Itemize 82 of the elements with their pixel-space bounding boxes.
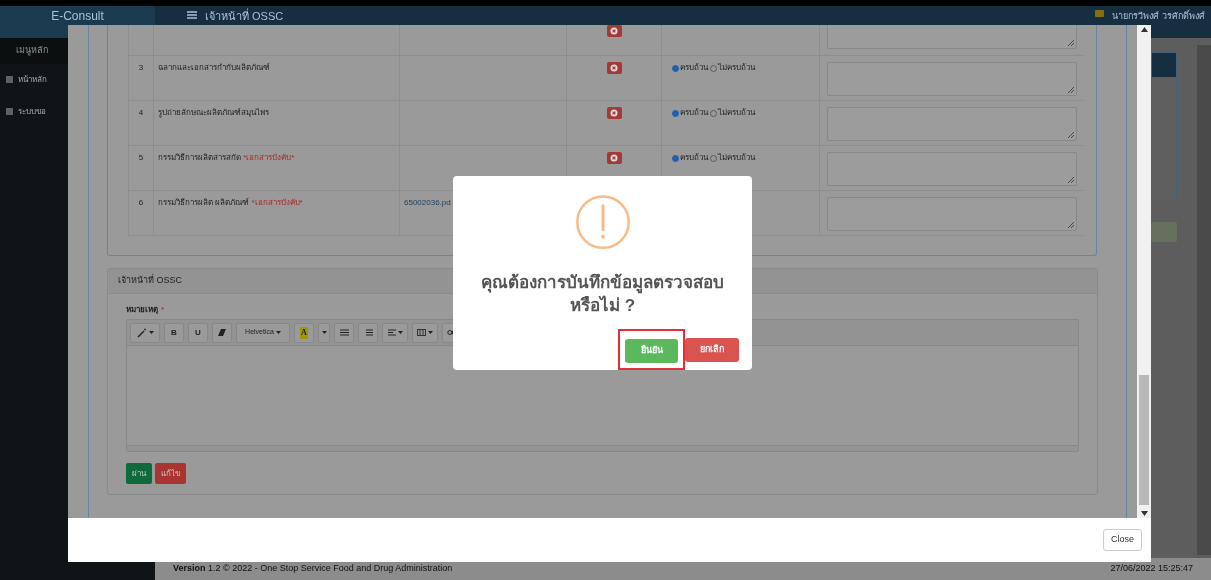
radio-option[interactable]: ไม่ครบถ้วน: [710, 62, 755, 74]
sidebar-item[interactable]: ระบบขอ: [0, 99, 66, 124]
row-number: 3: [138, 62, 144, 74]
close-circle-icon: [610, 27, 618, 35]
note-field[interactable]: [826, 25, 1077, 49]
radio-option[interactable]: ครบถ้วน: [672, 152, 708, 164]
document-name: กรรมวิธีการผลิต ผลิตภัณฑ์ *เอกสารบังคับ*: [158, 197, 303, 209]
note-field[interactable]: [826, 107, 1077, 141]
pass-button[interactable]: ผ่าน: [126, 463, 152, 484]
close-circle-icon: [610, 154, 618, 162]
edit-button[interactable]: แก้ไข: [155, 463, 186, 484]
resize-handle-icon[interactable]: [1066, 39, 1074, 46]
warning-icon: [574, 195, 631, 250]
scroll-down-icon[interactable]: [1140, 511, 1148, 516]
note-field[interactable]: [826, 197, 1077, 231]
radio-option[interactable]: ครบถ้วน: [672, 107, 708, 119]
resize-handle-icon[interactable]: [1066, 221, 1074, 228]
caret-icon: [321, 331, 327, 334]
bullet-list-button[interactable]: [334, 322, 354, 343]
close-circle-icon: [610, 64, 618, 72]
delete-button[interactable]: [606, 62, 622, 74]
menu-icon[interactable]: [187, 10, 197, 20]
bold-button[interactable]: B: [164, 322, 184, 343]
row-number: 4: [138, 107, 144, 119]
radio-option[interactable]: ไม่ครบถ้วน: [710, 107, 755, 119]
eraser-icon: [218, 329, 226, 336]
radio-button[interactable]: [672, 154, 679, 162]
resize-handle-icon[interactable]: [1066, 86, 1074, 93]
magic-wand-icon: [136, 327, 147, 338]
row-number: 6: [138, 197, 144, 209]
table-button[interactable]: [412, 322, 438, 343]
background-alert: [1151, 222, 1177, 242]
modal-scrollbar[interactable]: [1137, 25, 1151, 518]
required-mark: *: [161, 304, 165, 316]
text-color-button[interactable]: A: [294, 322, 314, 343]
document-name: กรรมวิธีการผลิตสารสกัด *เอกสารบังคับ*: [158, 152, 295, 164]
menu-item-icon: [6, 76, 13, 83]
delete-button[interactable]: [606, 107, 622, 119]
scrollbar-thumb[interactable]: [1139, 375, 1149, 505]
resize-handle-icon[interactable]: [1066, 176, 1074, 183]
align-button[interactable]: [382, 322, 408, 343]
delete-button[interactable]: [606, 152, 622, 164]
table-icon: [417, 329, 426, 336]
panel-title: เจ้าหน้าที่ OSSC: [118, 274, 182, 288]
caret-icon: [275, 331, 281, 334]
color-dropdown-button[interactable]: [318, 322, 330, 343]
close-button[interactable]: Close: [1103, 529, 1142, 551]
bullet-list-icon: [339, 329, 349, 336]
delete-button[interactable]: [606, 25, 622, 37]
cancel-button[interactable]: ยกเลิก: [685, 337, 739, 362]
clear-format-button[interactable]: [212, 322, 232, 343]
note-field[interactable]: [826, 152, 1077, 186]
radio-option[interactable]: ครบถ้วน: [672, 62, 708, 74]
radio-option[interactable]: ไม่ครบถ้วน: [710, 152, 755, 164]
date-time: 27/06/2022 15:25:47: [1110, 562, 1193, 576]
align-icon: [387, 329, 396, 336]
caret-icon: [397, 331, 403, 334]
dialog-message: คุณต้องการบันทึกข้อมูลตรวจสอบหรือไม่ ?: [480, 272, 725, 318]
style-button[interactable]: [130, 322, 160, 343]
scroll-up-icon[interactable]: [1140, 27, 1148, 32]
caret-icon: [148, 331, 154, 334]
sidebar-item[interactable]: หน้าหลัก: [0, 67, 66, 92]
document-name: ฉลากและเอกสารกำกับผลิตภัณฑ์: [158, 62, 270, 74]
notification-badge[interactable]: [1095, 10, 1105, 17]
row-number: 5: [138, 152, 144, 164]
numbered-list-icon: [363, 329, 373, 336]
radio-button[interactable]: [672, 64, 679, 72]
field-label: หมายเหตุ: [126, 304, 158, 316]
user-name[interactable]: นายกรวีพงศ์ วรศักดิ์พงศ์: [1112, 10, 1205, 22]
menu-item-icon: [6, 108, 13, 115]
underline-button[interactable]: U: [188, 322, 208, 343]
version-text: Version 1.2 © 2022 - One Stop Service Food and Drug Administration: [173, 562, 453, 576]
caret-icon: [428, 331, 433, 334]
close-circle-icon: [610, 109, 618, 117]
numbered-list-button[interactable]: [358, 322, 378, 343]
document-name: รูปถ่ายลักษณะผลิตภัณฑ์สมุนไพร: [158, 107, 269, 119]
resize-handle-icon[interactable]: [1066, 131, 1074, 138]
app-brand[interactable]: E-Consult: [51, 10, 104, 23]
note-field[interactable]: [826, 62, 1077, 96]
radio-button[interactable]: [672, 109, 679, 117]
page-title: เจ้าหน้าที่ OSSC: [205, 10, 284, 23]
file-link[interactable]: 65002036.pd: [404, 197, 451, 209]
